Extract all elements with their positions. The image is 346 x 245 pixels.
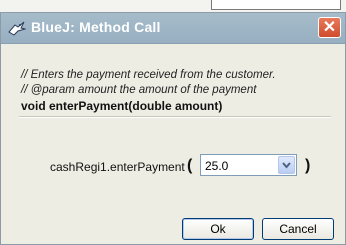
separator (19, 116, 331, 118)
call-receiver-label: cashRegi1.enterPayment (50, 160, 185, 174)
open-paren: ( (187, 157, 193, 174)
method-comment-line-1: // Enters the payment received from the … (21, 69, 276, 81)
chevron-down-icon (282, 162, 291, 169)
bluej-bird-icon (8, 20, 27, 36)
method-signature: void enterPayment(double amount) (21, 99, 223, 113)
method-call-dialog: BlueJ: Method Call ✕ // Enters the payme… (0, 12, 346, 245)
close-icon: ✕ (322, 19, 337, 36)
window-title: BlueJ: Method Call (31, 19, 161, 35)
dropdown-button[interactable] (278, 156, 295, 174)
close-paren: ) (305, 157, 311, 174)
close-button[interactable]: ✕ (318, 17, 341, 38)
title-bar[interactable]: BlueJ: Method Call ✕ (1, 13, 345, 44)
cancel-button[interactable]: Cancel (262, 218, 334, 240)
argument-combobox[interactable]: 25.0 (200, 154, 297, 176)
method-comment-line-2: // @param amount the amount of the payme… (21, 84, 257, 96)
ok-button[interactable]: Ok (182, 218, 254, 240)
argument-value[interactable]: 25.0 (205, 159, 228, 173)
background-window-edge (211, 0, 341, 10)
